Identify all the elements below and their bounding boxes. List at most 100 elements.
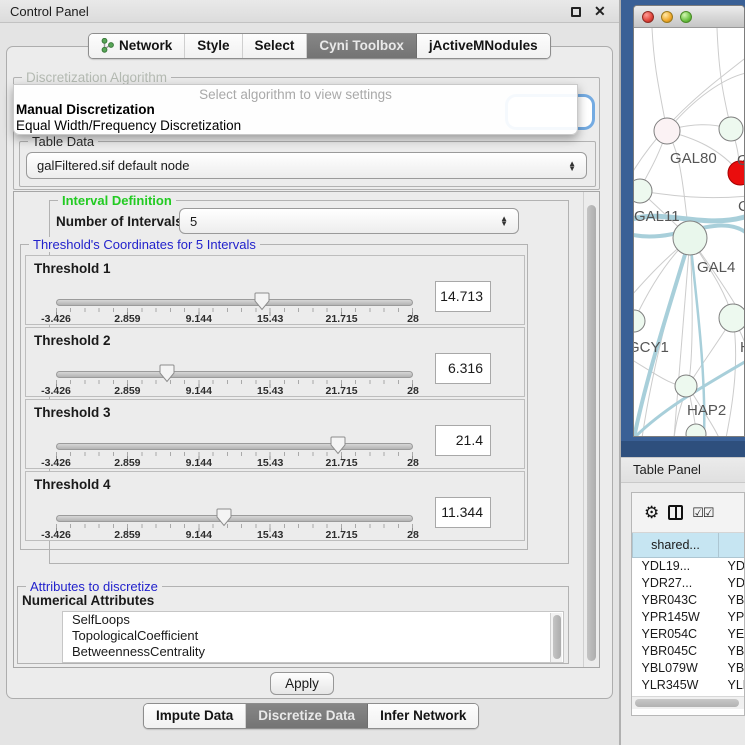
algorithm-option-manual[interactable]: Manual Discretization [14,102,577,118]
algorithm-option-equal-width[interactable]: Equal Width/Frequency Discretization [14,118,577,134]
threshold-slider-handle[interactable] [330,436,346,455]
network-icon [101,38,114,53]
algorithm-dropdown-popup: Select algorithm to view settings Manual… [13,84,578,135]
node-label: GAL11 [634,208,680,225]
threshold-slider-handle[interactable] [216,508,232,527]
threshold-4-slider[interactable]: -3.426 2.859 9.144 15.43 21.715 28 [56,472,413,542]
node-gcy1[interactable] [634,310,645,332]
network-window-titlebar[interactable] [634,6,745,28]
control-panel-titlebar [0,0,619,23]
threshold-2-value[interactable]: 6.316 [435,353,491,384]
discretization-algorithm-group-title: Discretization Algorithm [22,70,171,85]
table-data-combobox[interactable]: galFiltered.sif default node ▲▼ [26,152,587,179]
table-row[interactable]: YBR045CYBR0 [633,642,745,659]
zoom-traffic-light-icon[interactable] [680,11,692,23]
settings-scrollbar[interactable] [583,192,599,667]
threshold-1-value[interactable]: 14.713 [435,281,491,312]
node[interactable] [719,117,743,141]
table-data-combobox-value: galFiltered.sif default node [37,158,189,173]
threshold-1-box: Threshold 1 -3.426 2.859 9.144 15.43 21.… [25,255,525,325]
node-label: GAL80 [670,150,717,167]
float-window-icon[interactable] [571,7,581,17]
slider-track[interactable] [56,371,413,378]
table-data-group-title: Table Data [28,134,98,149]
table-toolbar: ⚙ ☑☑ [632,493,745,533]
node-gal80[interactable] [654,118,680,144]
top-tab-bar: Network Style Select Cyni Toolbox jActiv… [88,33,551,59]
interval-definition-title: Interval Definition [58,193,176,208]
node-label: HAP2 [687,402,726,419]
threshold-2-box: Threshold 2 -3.426 2.859 9.144 15.43 21.… [25,327,525,397]
numerical-attributes-label: Numerical Attributes [22,593,154,608]
close-traffic-light-icon[interactable] [642,11,654,23]
number-of-intervals-combobox[interactable]: 5 ▲▼ [179,208,519,234]
node-label: GCY1 [634,339,669,356]
table-row[interactable]: YDL19...YDL1 [633,557,745,574]
slider-track[interactable] [56,515,413,522]
threshold-3-value[interactable]: 21.4 [435,425,491,456]
column-header-name[interactable]: n [719,533,745,557]
network-graph: GAL80 GA C GAL11 GAL4 GCY1 H HAP2 [634,28,745,437]
table-row[interactable]: YER054CYER0 [633,625,745,642]
table-row[interactable]: YDR27...YDR2 [633,574,745,591]
slider-track[interactable] [56,443,413,450]
node-table: shared... n YDL19...YDL1 YDR27...YDR2 YB… [632,533,745,710]
tab-jactivemnodules[interactable]: jActiveMNodules [417,34,550,58]
table-row[interactable]: YLR345WYLR3 [633,676,745,693]
node[interactable] [719,304,745,332]
tab-cyni-toolbox[interactable]: Cyni Toolbox [307,34,417,58]
slider-track[interactable] [56,299,413,306]
threshold-4-box: Threshold 4 -3.426 2.859 9.144 15.43 21.… [25,471,525,541]
node-table-frame: ⚙ ☑☑ shared... n YDL19...YDL1 YDR27...YD… [631,492,745,716]
settings-scroll-area: Interval Definition Number of Intervals … [13,191,600,668]
control-panel-title: Control Panel [10,4,89,19]
gear-icon[interactable]: ⚙ [644,503,659,523]
tab-select[interactable]: Select [243,34,308,58]
list-item[interactable]: TopologicalCoefficient [63,628,563,644]
node-gal4[interactable] [673,221,707,255]
list-item[interactable]: SelfLoops [63,612,563,628]
split-column-icon[interactable] [668,505,683,520]
table-horizontal-scrollbar[interactable] [632,696,745,709]
checkbox-icons[interactable]: ☑☑ [692,505,713,521]
network-canvas[interactable]: GAL80 GA C GAL11 GAL4 GCY1 H HAP2 [634,28,745,437]
algorithm-dropdown-placeholder: Select algorithm to view settings [14,85,577,102]
tab-network-label: Network [119,38,172,53]
stepper-arrows-icon: ▲▼ [500,216,508,226]
desktop-background-shadow [621,441,745,457]
node-label: GA [737,152,745,169]
threshold-1-slider[interactable]: -3.426 2.859 9.144 15.43 21.715 28 [56,256,413,326]
tab-discretize-data[interactable]: Discretize Data [246,704,368,728]
threshold-slider-handle[interactable] [159,364,175,383]
number-of-intervals-value: 5 [190,214,197,229]
table-row[interactable]: YBR043CYBR0 [633,591,745,608]
threshold-3-slider[interactable]: -3.426 2.859 9.144 15.43 21.715 28 [56,400,413,470]
minimize-traffic-light-icon[interactable] [661,11,673,23]
node-hap2[interactable] [675,375,697,397]
node-label: H [740,339,745,356]
tab-network[interactable]: Network [89,34,185,58]
network-view-window[interactable]: GAL80 GA C GAL11 GAL4 GCY1 H HAP2 [633,5,745,437]
node-label: GAL4 [697,259,735,276]
table-row[interactable]: YPR145WYPR1 [633,608,745,625]
threshold-3-box: Threshold 3 -3.426 2.859 9.144 15.43 21.… [25,399,525,469]
tab-impute-data[interactable]: Impute Data [144,704,246,728]
column-header-shared-name[interactable]: shared... [633,533,719,557]
threshold-2-slider[interactable]: -3.426 2.859 9.144 15.43 21.715 28 [56,328,413,398]
close-icon[interactable]: ✕ [594,3,606,20]
numerical-attributes-list[interactable]: SelfLoops TopologicalCoefficient Between… [62,611,564,663]
node-label: C [738,198,745,215]
number-of-intervals-label: Number of Intervals [56,214,183,229]
tab-infer-network[interactable]: Infer Network [368,704,478,728]
list-item[interactable]: BetweennessCentrality [63,644,563,660]
apply-button[interactable]: Apply [270,672,334,695]
thresholds-group: Threshold's Coordinates for 5 Intervals … [20,244,528,550]
table-panel-title: Table Panel [633,462,701,477]
tab-style[interactable]: Style [185,34,242,58]
table-row[interactable]: YBL079WYBL0 [633,659,745,676]
attributes-list-scrollbar[interactable] [550,613,562,663]
threshold-4-value[interactable]: 11.344 [435,497,491,528]
stepper-arrows-icon: ▲▼ [568,161,576,171]
attributes-group: Attributes to discretize Numerical Attri… [17,586,569,664]
threshold-slider-handle[interactable] [254,292,270,311]
